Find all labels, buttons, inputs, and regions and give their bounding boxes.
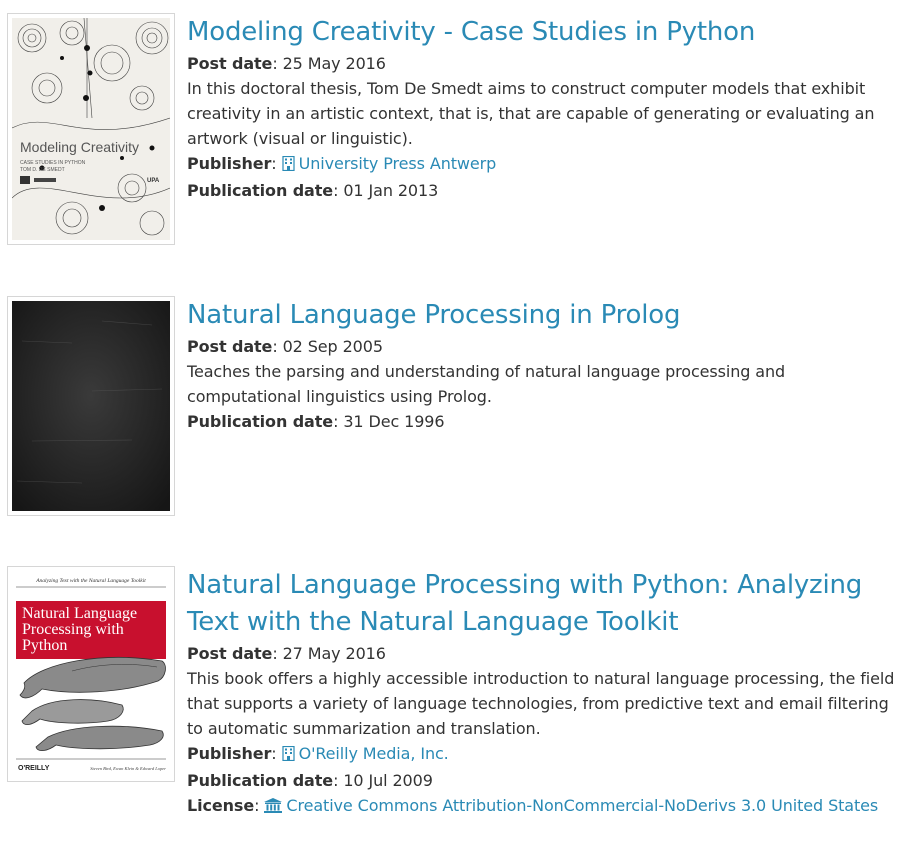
building-icon <box>281 153 295 178</box>
post-date-value: 27 May 2016 <box>282 644 386 663</box>
publication-date-value: 10 Jul 2009 <box>343 771 433 790</box>
book-description: In this doctoral thesis, Tom De Smedt ai… <box>187 79 875 148</box>
publication-date: Publication date: 10 Jul 2009 <box>187 771 433 790</box>
publisher-link[interactable]: O'Reilly Media, Inc. <box>281 744 449 763</box>
post-date-label: Post date <box>187 644 273 663</box>
cover-title-line-3: Python <box>22 637 67 654</box>
cover-publisher-badge: UPA <box>147 178 160 184</box>
publisher: Publisher: University Press Antwerp <box>187 151 902 178</box>
post-date-value: 25 May 2016 <box>282 54 386 73</box>
post-date-label: Post date <box>187 337 273 356</box>
book-title-link[interactable]: Natural Language Processing in Prolog <box>187 297 902 334</box>
cover-author: TOM D. DE SMEDT <box>20 167 65 173</box>
book-description: This book offers a highly accessible int… <box>187 669 895 738</box>
publication-date: Publication date: 31 Dec 1996 <box>187 412 445 431</box>
cover-title-line-1: Natural Language <box>22 605 137 622</box>
license-link[interactable]: Creative Commons Attribution-NonCommerci… <box>264 796 878 815</box>
publisher-name: O'Reilly Media, Inc. <box>298 744 449 763</box>
publication-date: Publication date: 01 Jan 2013 <box>187 181 439 200</box>
license-name: Creative Commons Attribution-NonCommerci… <box>286 796 879 815</box>
publication-date-label: Publication date <box>187 771 334 790</box>
publication-date-label: Publication date <box>187 412 334 431</box>
book-title-link[interactable]: Modeling Creativity - Case Studies in Py… <box>187 14 902 51</box>
book-description: Teaches the parsing and understanding of… <box>187 362 786 406</box>
post-date: Post date: 25 May 2016 <box>187 54 386 73</box>
cover-image-prolog <box>12 301 170 511</box>
publication-date-value: 01 Jan 2013 <box>343 181 439 200</box>
cover-subtitle: CASE STUDIES IN PYTHON <box>20 160 86 166</box>
book-title-link[interactable]: Natural Language Processing with Python:… <box>187 567 902 641</box>
post-date: Post date: 27 May 2016 <box>187 644 386 663</box>
publisher-name: University Press Antwerp <box>298 154 497 173</box>
cover-image-modeling-creativity: Modeling Creativity CASE STUDIES IN PYTH… <box>12 18 170 240</box>
publisher-label: Publisher <box>187 744 272 763</box>
cover-tagline: Analyzing Text with the Natural Language… <box>35 578 146 584</box>
post-date-value: 02 Sep 2005 <box>282 337 383 356</box>
book-cover-thumbnail[interactable]: Modeling Creativity CASE STUDIES IN PYTH… <box>7 13 175 245</box>
post-date-label: Post date <box>187 54 273 73</box>
publisher: Publisher: O'Reilly Media, Inc. <box>187 741 902 768</box>
book-cover-thumbnail[interactable]: Analyzing Text with the Natural Language… <box>7 566 175 782</box>
license-label: License <box>187 796 255 815</box>
publication-date-label: Publication date <box>187 181 334 200</box>
cover-title: Modeling Creativity <box>20 139 139 155</box>
book-cover-thumbnail[interactable] <box>7 296 175 516</box>
publisher-link[interactable]: University Press Antwerp <box>281 154 497 173</box>
institution-icon <box>264 795 283 820</box>
cover-title-line-2: Processing with <box>22 621 124 638</box>
cover-image-nltk: Analyzing Text with the Natural Language… <box>12 571 170 777</box>
building-icon <box>281 743 295 768</box>
publication-date-value: 31 Dec 1996 <box>343 412 445 431</box>
post-date: Post date: 02 Sep 2005 <box>187 337 383 356</box>
license: License: Creative Commons Attribution-No… <box>187 793 902 820</box>
cover-publisher-logo: O'REILLY <box>18 765 50 772</box>
publisher-label: Publisher <box>187 154 272 173</box>
